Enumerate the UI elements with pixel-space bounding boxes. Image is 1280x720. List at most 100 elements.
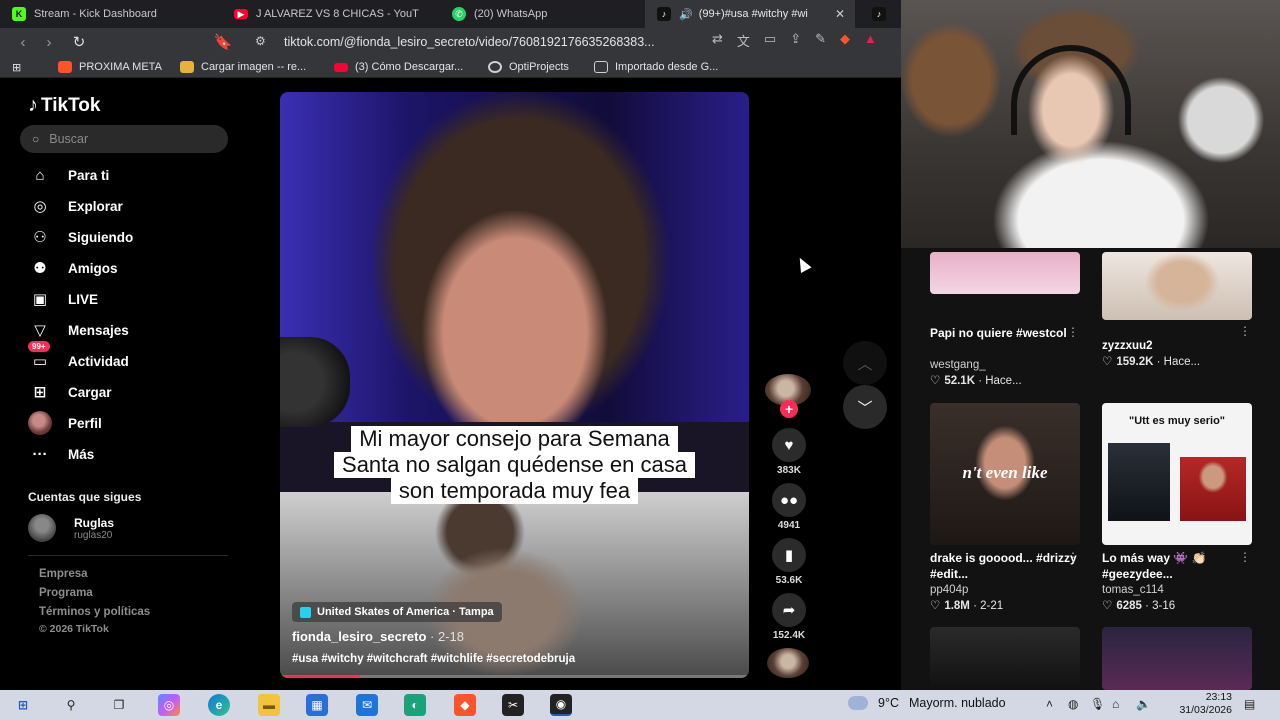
save-action[interactable]: ▮ 53.6K	[765, 538, 813, 586]
tab-youtube[interactable]: ▶ J ALVAREZ VS 8 CHICAS - YouT	[222, 0, 440, 28]
notification-icon[interactable]: ▤	[1244, 697, 1255, 711]
tray-app-icon[interactable]: ◍	[1068, 697, 1078, 711]
capcut-icon[interactable]: ✂	[502, 694, 524, 716]
thumb-inset-left	[1108, 443, 1170, 521]
like-action[interactable]: ♥ 383K	[765, 428, 813, 476]
microphone-icon[interactable]: 🎙	[1090, 697, 1105, 711]
nav-mas[interactable]: ··· Más	[28, 443, 95, 465]
file-explorer-icon[interactable]: ▬	[258, 694, 280, 716]
share-arrow-icon[interactable]: ➦	[772, 593, 806, 627]
site-settings-icon[interactable]: ⚙	[255, 34, 266, 48]
grid-thumb-6[interactable]	[1102, 627, 1252, 690]
video-hashtags[interactable]: #usa #witchy #witchcraft #witchlife #sec…	[292, 653, 575, 665]
system-clock[interactable]: 23:13 31/03/2026	[1166, 691, 1232, 717]
no-translate-icon[interactable]: ⇄	[712, 31, 723, 50]
reload-icon[interactable]: ↻	[66, 29, 92, 55]
tiktok-logo[interactable]: ♪ TikTok	[28, 94, 100, 117]
video-player[interactable]: Mi mayor consejo para Semana Santa no sa…	[280, 92, 749, 678]
nav-amigos[interactable]: ⚉ Amigos	[28, 257, 117, 279]
weather-widget[interactable]: 9°C Mayorm. nublado	[848, 696, 1006, 710]
grid-thumb-3[interactable]: n't even like	[930, 403, 1080, 545]
grid-author-3[interactable]: pp404p	[930, 584, 968, 596]
forward-icon[interactable]: ›	[36, 29, 62, 55]
bookmark-icon[interactable]: 🔖	[210, 29, 236, 55]
nav-perfil[interactable]: Perfil	[28, 411, 102, 435]
translate-icon[interactable]: 文	[737, 31, 750, 50]
share-action[interactable]: ➦ 152.4K	[765, 593, 813, 641]
search-input[interactable]	[49, 132, 200, 146]
bookmark-proxima-meta[interactable]: PROXIMA META	[58, 59, 162, 75]
grid-thumb-2[interactable]	[1102, 252, 1252, 320]
footer-programa[interactable]: Programa	[39, 587, 93, 599]
back-icon[interactable]: ‹	[10, 29, 36, 55]
following-account[interactable]: Ruglas ruglas20	[28, 514, 114, 542]
app-icon[interactable]: ◐	[404, 694, 426, 716]
grid-thumb-4[interactable]: "Utt es muy serio"	[1102, 403, 1252, 545]
mail-icon[interactable]: ✉	[356, 694, 378, 716]
brave-icon[interactable]: ◆	[454, 694, 476, 716]
music-disc-icon[interactable]	[767, 648, 809, 678]
network-icon[interactable]: ⌂	[1112, 697, 1119, 711]
volume-icon[interactable]: 🔈	[1136, 697, 1151, 711]
edit-icon[interactable]: ✎	[815, 31, 826, 50]
more-options-icon[interactable]: ⋮	[1239, 324, 1251, 338]
comment-icon[interactable]: ●●	[772, 483, 806, 517]
obs-icon[interactable]: ◉	[550, 694, 572, 716]
nav-live[interactable]: ▣ LIVE	[28, 288, 98, 310]
video-author[interactable]: fionda_lesiro_secreto · 2-18	[292, 629, 464, 644]
grid-title-2[interactable]: zyzzxuu2	[1102, 340, 1153, 352]
bookmark-como-descargar[interactable]: (3) Cómo Descargar...	[334, 59, 463, 75]
follow-plus-icon[interactable]: +	[780, 400, 798, 418]
grid-thumb-5[interactable]	[930, 627, 1080, 690]
speaker-icon[interactable]: 🔊	[679, 8, 693, 21]
nav-actividad[interactable]: ▭ 99+ Actividad	[28, 341, 129, 372]
tab-whatsapp[interactable]: ✆ (20) WhatsApp	[440, 0, 645, 28]
heart-icon[interactable]: ♥	[772, 428, 806, 462]
tab-tiktok-active[interactable]: ♪ 🔊 (99+)#usa #witchy #wi ✕	[645, 0, 855, 28]
grid-author-1[interactable]: westgang_	[930, 359, 986, 371]
chevron-up-icon[interactable]: ˄	[1046, 697, 1053, 711]
footer-empresa[interactable]: Empresa	[39, 568, 88, 580]
rewards-icon[interactable]: ▲	[864, 31, 877, 50]
nav-explorar[interactable]: ◎ Explorar	[28, 195, 122, 217]
windows-start-icon[interactable]: ⊞	[12, 694, 34, 716]
comment-action[interactable]: ●● 4941	[765, 483, 813, 531]
nav-mensajes[interactable]: ▽ Mensajes	[28, 319, 129, 341]
footer-terminos[interactable]: Términos y políticas	[39, 606, 150, 618]
nav-siguiendo[interactable]: ⚇ Siguiendo	[28, 226, 133, 248]
grid-title-4[interactable]: Lo más way 👾 👏🏻 #geezydee...	[1102, 550, 1252, 582]
grid-title-3[interactable]: drake is gooood... #drizzy #edit...	[930, 550, 1080, 582]
bookmark-importado[interactable]: Importado desde G...	[594, 59, 718, 75]
next-video-chevron-down-icon[interactable]: ﹀	[843, 385, 887, 429]
tab-tiktok-2[interactable]: ♪	[860, 0, 900, 28]
more-options-icon[interactable]: ⋮	[1239, 550, 1251, 564]
search-icon[interactable]: ⚲	[60, 694, 82, 716]
copilot-icon[interactable]: ◎	[158, 694, 180, 716]
edge-icon[interactable]: e	[208, 694, 230, 716]
store-icon[interactable]: ▦	[306, 694, 328, 716]
bookmark-optiprojects[interactable]: OptiProjects	[488, 59, 569, 75]
apps-grid-icon[interactable]: ⊞	[12, 59, 21, 75]
grid-author-4[interactable]: tomas_c114	[1102, 584, 1164, 596]
video-progress-bar[interactable]	[280, 675, 749, 678]
grid-stat-3: ♡ 1.8M · 2-21	[930, 598, 1003, 612]
share-icon[interactable]: ⇪	[790, 31, 801, 50]
previous-video-chevron-up-icon[interactable]: ︿	[843, 341, 887, 385]
nav-para-ti[interactable]: ⌂ Para ti	[28, 164, 109, 186]
tab-kick[interactable]: K Stream - Kick Dashboard	[0, 0, 222, 28]
brave-shield-icon[interactable]: ◆	[840, 31, 850, 50]
url-field[interactable]: tiktok.com/@fionda_lesiro_secreto/video/…	[284, 31, 734, 53]
more-options-icon[interactable]: ⋮	[1067, 325, 1079, 339]
bookmark-save-icon[interactable]: ▮	[772, 538, 806, 572]
nav-cargar[interactable]: ⊞ Cargar	[28, 381, 112, 403]
more-options-icon[interactable]: ⋮	[1067, 550, 1079, 564]
bookmark-cargar-imagen[interactable]: Cargar imagen -- re...	[180, 59, 306, 75]
task-view-icon[interactable]: ❐	[108, 694, 130, 716]
cast-icon[interactable]: ▭	[764, 31, 776, 50]
tab-title: J ALVAREZ VS 8 CHICAS - YouT	[256, 8, 419, 20]
close-tab-icon[interactable]: ✕	[835, 7, 845, 21]
location-tag[interactable]: United Skates of America · Tampa	[292, 602, 502, 622]
grid-thumb-1[interactable]	[930, 252, 1080, 294]
grid-title-1[interactable]: Papi no quiere #westcol	[930, 325, 1080, 341]
search-box[interactable]: ○	[20, 125, 228, 153]
